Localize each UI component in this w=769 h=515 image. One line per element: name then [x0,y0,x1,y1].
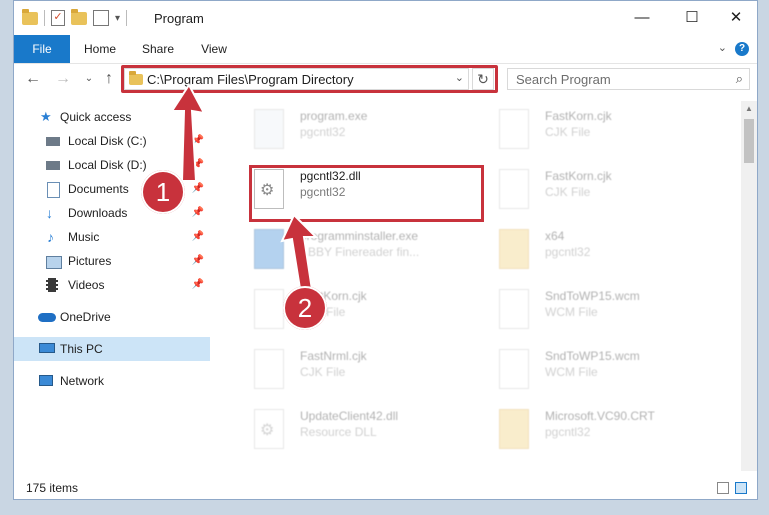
step2-badge: 2 [283,286,327,330]
explorer-window: ✓ ▾ Program — ☐ ✕ File Home Share View ⌄… [13,0,758,500]
step1-arrow [170,83,319,305]
step1-badge: 1 [141,170,185,214]
step1-arrow-shape [170,83,206,182]
